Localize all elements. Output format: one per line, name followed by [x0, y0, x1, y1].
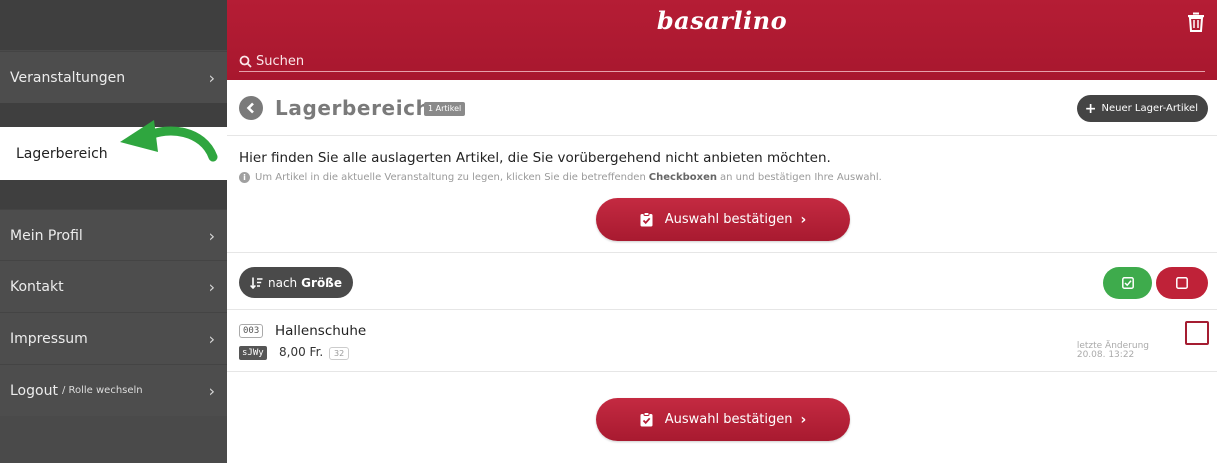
chevron-right-icon: ›: [208, 226, 215, 245]
trash-icon[interactable]: [1187, 12, 1205, 32]
chevron-right-icon: ›: [800, 211, 807, 228]
page-titlebar: Lagerbereich 1 Artikel + Neuer Lager-Art…: [227, 80, 1217, 136]
confirm-selection-label: Auswahl bestätigen: [664, 412, 793, 427]
clipboard-check-icon: [640, 212, 653, 227]
info-hint-bold: Checkboxen: [648, 172, 717, 183]
item-name: Hallenschuhe: [275, 323, 367, 339]
item-number-badge: 003: [239, 324, 264, 338]
chevron-right-icon: ›: [208, 329, 215, 348]
page-title: Lagerbereich: [275, 96, 431, 120]
confirm-selection-button[interactable]: Auswahl bestätigen ›: [596, 198, 850, 241]
deselect-all-button[interactable]: [1156, 267, 1208, 299]
item-size-badge: 32: [329, 347, 350, 360]
plus-icon: +: [1084, 100, 1097, 117]
sort-toolbar: nach Größe: [227, 253, 1217, 310]
new-storage-item-label: Neuer Lager-Artikel: [1101, 103, 1199, 114]
sidebar-item-veranstaltungen[interactable]: Veranstaltungen ›: [0, 51, 227, 103]
info-text: Hier finden Sie alle auslagerten Artikel…: [239, 150, 831, 166]
checkbox-empty-icon: [1176, 277, 1188, 289]
chevron-right-icon: ›: [208, 144, 215, 163]
search-placeholder: Suchen: [256, 54, 305, 69]
clipboard-check-icon: [640, 412, 653, 427]
info-section: Hier finden Sie alle auslagerten Artikel…: [227, 136, 1217, 253]
table-row[interactable]: 003 Hallenschuhe sJWy 8,00 Fr. 32 letzte…: [227, 310, 1217, 372]
sidebar-divider: [0, 103, 227, 127]
sidebar-footer: [0, 416, 227, 463]
sidebar-item-lagerbereich[interactable]: Lagerbereich ›: [0, 127, 227, 180]
app: Veranstaltungen › Lagerbereich › Mein Pr…: [0, 0, 1217, 463]
chevron-right-icon: ›: [208, 68, 215, 87]
last-modified-date: 20.08. 13:22: [1076, 350, 1135, 360]
sidebar-header: [0, 0, 227, 50]
item-checkbox[interactable]: [1185, 321, 1209, 345]
confirm-selection-label: Auswahl bestätigen: [664, 212, 793, 227]
sidebar-divider: [0, 180, 227, 209]
chevron-left-icon: [246, 102, 254, 114]
app-header: basarlino Suchen: [227, 0, 1217, 80]
select-all-button[interactable]: [1103, 267, 1152, 299]
back-button[interactable]: [239, 96, 263, 120]
sort-value: Größe: [301, 275, 342, 290]
info-hint: i Um Artikel in die aktuelle Veranstaltu…: [239, 172, 882, 183]
search-input[interactable]: Suchen: [239, 52, 1205, 72]
sidebar-item-label: Veranstaltungen: [10, 69, 126, 86]
sidebar-item-kontakt[interactable]: Kontakt ›: [0, 260, 227, 312]
app-logo: basarlino: [656, 6, 788, 35]
sidebar-item-label: Kontakt: [10, 278, 64, 295]
sidebar-item-sublabel: / Rolle wechseln: [61, 385, 143, 396]
sort-icon: [250, 277, 263, 289]
sidebar-item-label: Logout: [10, 382, 58, 399]
chevron-right-icon: ›: [208, 381, 215, 400]
sidebar-item-logout[interactable]: Logout / Rolle wechseln ›: [0, 364, 227, 416]
sidebar-item-label: Lagerbereich: [16, 145, 108, 162]
sidebar: Veranstaltungen › Lagerbereich › Mein Pr…: [0, 0, 227, 463]
sort-label: nach: [268, 275, 298, 290]
info-hint-text: Um Artikel in die aktuelle Veranstaltung…: [255, 172, 646, 183]
search-icon: [239, 55, 252, 68]
checkbox-checked-icon: [1121, 277, 1134, 289]
new-storage-item-button[interactable]: + Neuer Lager-Artikel: [1076, 95, 1208, 122]
info-icon: i: [239, 172, 250, 183]
item-count-badge: 1 Artikel: [424, 102, 466, 116]
chevron-right-icon: ›: [800, 411, 807, 428]
info-hint-text-end: an und bestätigen Ihre Auswahl.: [720, 172, 882, 183]
sidebar-item-label: Impressum: [10, 330, 88, 347]
sort-button[interactable]: nach Größe: [239, 267, 353, 298]
sidebar-item-label: Mein Profil: [10, 227, 83, 244]
confirm-selection-button-bottom[interactable]: Auswahl bestätigen ›: [596, 398, 850, 441]
sidebar-item-mein-profil[interactable]: Mein Profil ›: [0, 209, 227, 261]
last-modified: letzte Änderung 20.08. 13:22: [1077, 342, 1149, 360]
item-code-badge: sJWy: [239, 346, 267, 360]
chevron-right-icon: ›: [208, 277, 215, 296]
sidebar-item-impressum[interactable]: Impressum ›: [0, 312, 227, 364]
item-price: 8,00 Fr.: [279, 345, 324, 359]
